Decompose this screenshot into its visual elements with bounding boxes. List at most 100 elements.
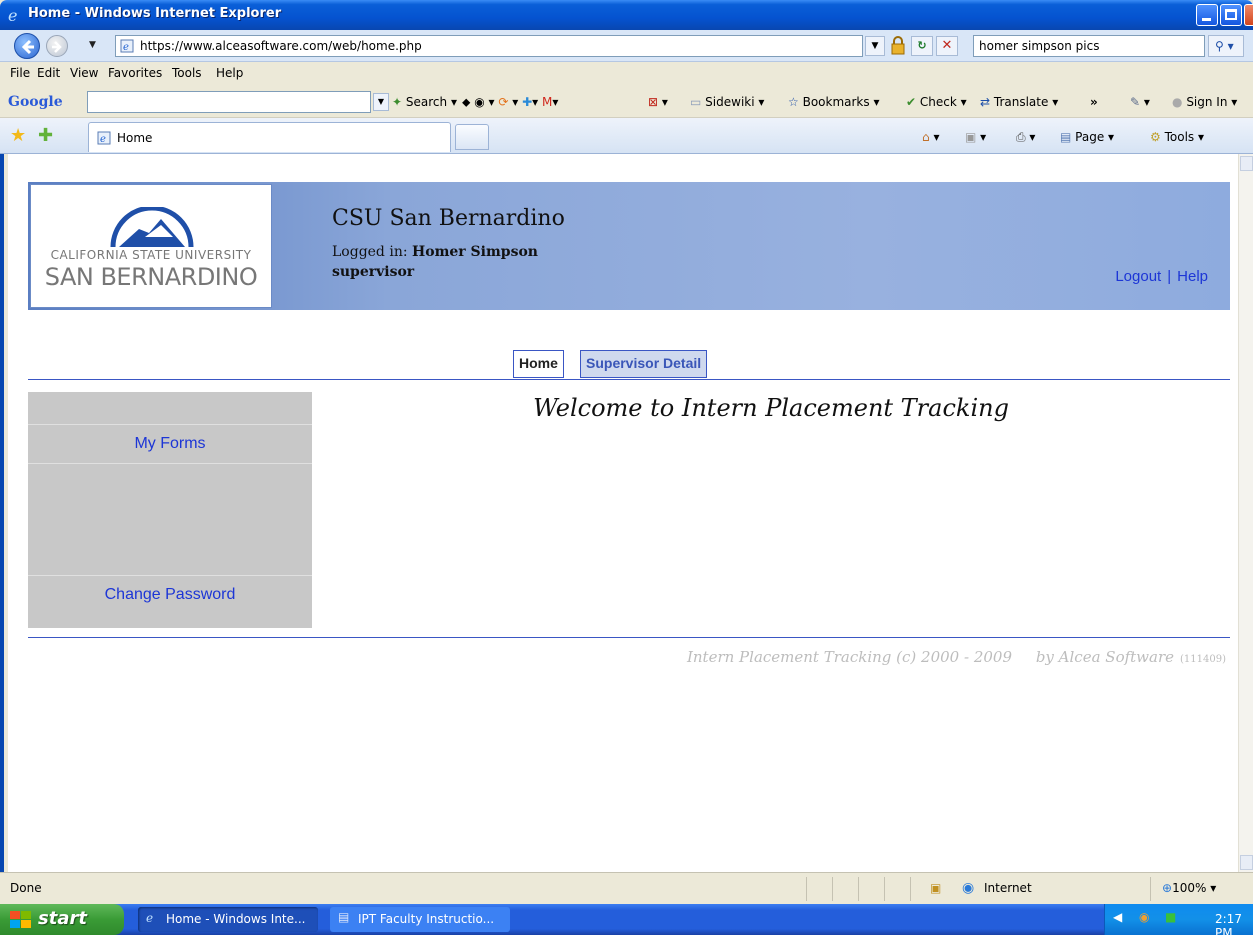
nav-spacer (28, 392, 312, 425)
taskbar-item-document[interactable]: ▤ IPT Faculty Instructio... (330, 907, 510, 932)
sidewiki-button[interactable]: ▭ Sidewiki ▾ (690, 95, 764, 109)
address-field[interactable]: e https://www.alceasoftware.com/web/home… (115, 35, 863, 57)
translate-icon: ⇄ (980, 95, 991, 109)
bookmarks-label: Bookmarks (802, 95, 870, 109)
status-text: Done (10, 881, 42, 895)
start-label: start (38, 908, 87, 929)
google-search-button[interactable]: ✦ Search ▾ (392, 95, 457, 109)
vertical-scrollbar[interactable] (1238, 154, 1253, 872)
page-tabs: Home Supervisor Detail (28, 350, 1230, 380)
sign-in-icon: ● (1172, 95, 1183, 109)
tab-home[interactable]: e Home (88, 122, 451, 152)
status-bar: Done ▣ ◉ Internet ⊕100% ▾ (0, 872, 1253, 904)
google-search-label: Search (405, 95, 448, 109)
tab-home-page[interactable]: Home (513, 350, 564, 378)
menu-help[interactable]: Help (216, 66, 243, 80)
tab-supervisor-detail[interactable]: Supervisor Detail (580, 350, 708, 378)
menu-edit[interactable]: Edit (37, 66, 60, 80)
page-menu-label: Page (1075, 130, 1105, 144)
search-input[interactable]: homer simpson pics (973, 35, 1205, 57)
zoom-level[interactable]: ⊕100% ▾ (1162, 881, 1216, 895)
header-banner: CALIFORNIA STATE UNIVERSITY SAN BERNARDI… (28, 182, 1230, 310)
footer: Intern Placement Tracking (c) 2000 - 200… (687, 648, 1226, 666)
nav-change-password[interactable]: Change Password (28, 576, 312, 628)
wrench-button[interactable]: ✎ ▾ (1130, 95, 1150, 109)
printer-icon: ⎙ (1016, 130, 1026, 144)
tab-row: ★ ✚ e Home ⌂ ▾ ▣ ▾ ⎙ ▾ ▤ Page ▾ ⚙ Tools … (0, 118, 1253, 154)
tools-menu-button[interactable]: ⚙ Tools ▾ (1150, 130, 1204, 144)
logo-line-1: CALIFORNIA STATE UNIVERSITY (50, 248, 252, 262)
print-button[interactable]: ⎙ ▾ (1016, 130, 1035, 145)
footer-divider (28, 637, 1230, 638)
sign-in-label: Sign In (1186, 95, 1228, 109)
tray-app-icon[interactable]: ◉ (1139, 910, 1149, 924)
add-favorites-icon[interactable]: ✚ (38, 125, 53, 146)
stop-button[interactable]: ✕ (936, 36, 958, 56)
logout-link[interactable]: Logout (1115, 268, 1161, 285)
tab-home-label: Home (117, 131, 153, 145)
menu-file[interactable]: File (10, 66, 30, 80)
toolbar-more-button[interactable]: » (1090, 95, 1098, 109)
menu-bar: File Edit View Favorites Tools Help (0, 62, 1253, 86)
page-menu-button[interactable]: ▤ Page ▾ (1060, 130, 1114, 144)
link-separator: | (1167, 268, 1172, 285)
ie-icon: e (146, 911, 154, 925)
refresh-button[interactable]: ↻ (911, 36, 933, 56)
internet-zone-icon: ◉ (962, 880, 975, 896)
scroll-up-button[interactable] (1240, 156, 1253, 171)
google-search-icon: ✦ (392, 95, 403, 109)
user-role: supervisor (332, 264, 415, 280)
sidewiki-icon: ▭ (690, 95, 702, 109)
protected-mode-icon[interactable]: ▣ (930, 881, 941, 895)
google-search-field[interactable] (87, 91, 371, 113)
history-dropdown-icon[interactable]: ▼ (89, 40, 96, 50)
close-button[interactable] (1244, 4, 1253, 26)
page-viewport: CALIFORNIA STATE UNIVERSITY SAN BERNARDI… (8, 154, 1238, 872)
back-button[interactable] (14, 33, 40, 59)
share-icon[interactable]: ⊠ ▾ (648, 95, 668, 109)
clock[interactable]: 2:17 PM (1215, 912, 1253, 935)
page-menu-icon: ▤ (1060, 130, 1072, 144)
organization-name: CSU San Bernardino (332, 206, 565, 231)
security-zone[interactable]: Internet (984, 881, 1032, 895)
nav-spacer (28, 464, 312, 576)
minimize-button[interactable] (1196, 4, 1218, 26)
feeds-button[interactable]: ▣ ▾ (965, 130, 986, 144)
url-dropdown-icon[interactable]: ▼ (865, 36, 885, 56)
menu-view[interactable]: View (70, 66, 98, 80)
start-button[interactable]: start (0, 904, 124, 935)
google-search-dropdown-icon[interactable]: ▼ (373, 93, 389, 111)
translate-button[interactable]: ⇄ Translate ▾ (980, 95, 1058, 109)
page-icon: e (120, 39, 134, 53)
gear-icon: ⚙ (1150, 130, 1161, 144)
favorites-star-icon[interactable]: ★ (10, 125, 26, 146)
menu-favorites[interactable]: Favorites (108, 66, 162, 80)
scroll-down-button[interactable] (1240, 855, 1253, 870)
university-logo: CALIFORNIA STATE UNIVERSITY SAN BERNARDI… (30, 184, 272, 308)
top-links: Logout | Help (1115, 268, 1208, 285)
window-title-bar[interactable]: e Home - Windows Internet Explorer (0, 0, 1253, 30)
status-divider (832, 877, 833, 901)
new-tab-button[interactable] (455, 124, 489, 150)
lock-icon[interactable] (890, 36, 906, 56)
search-button[interactable]: ⚲ ▾ (1208, 35, 1244, 57)
sign-in-button[interactable]: ● Sign In ▾ (1172, 95, 1237, 109)
taskbar-item-browser[interactable]: e Home - Windows Inte... (138, 907, 318, 932)
word-doc-icon: ▤ (338, 910, 350, 924)
nav-my-forms[interactable]: My Forms (28, 425, 312, 464)
menu-tools[interactable]: Tools (172, 66, 202, 80)
status-divider (884, 877, 885, 901)
bookmarks-button[interactable]: ☆ Bookmarks ▾ (788, 95, 879, 109)
ie-icon: e (8, 6, 17, 24)
logged-in-user: Homer Simpson (412, 244, 538, 260)
toolbar-icon-group[interactable]: ⬥ ◉ ▾ ⟳ ▾ ✚▾ M▾ (462, 95, 558, 110)
tray-network-icon[interactable]: ■ (1165, 910, 1176, 924)
maximize-button[interactable] (1220, 4, 1242, 26)
forward-button[interactable] (46, 35, 68, 57)
home-button[interactable]: ⌂ ▾ (922, 130, 939, 144)
window-border-left (0, 30, 4, 910)
zoom-icon: ⊕ (1162, 881, 1173, 895)
spell-check-button[interactable]: ✔ Check ▾ (906, 95, 967, 109)
help-link[interactable]: Help (1177, 268, 1208, 285)
tray-collapse-icon[interactable]: ◀ (1113, 910, 1122, 924)
